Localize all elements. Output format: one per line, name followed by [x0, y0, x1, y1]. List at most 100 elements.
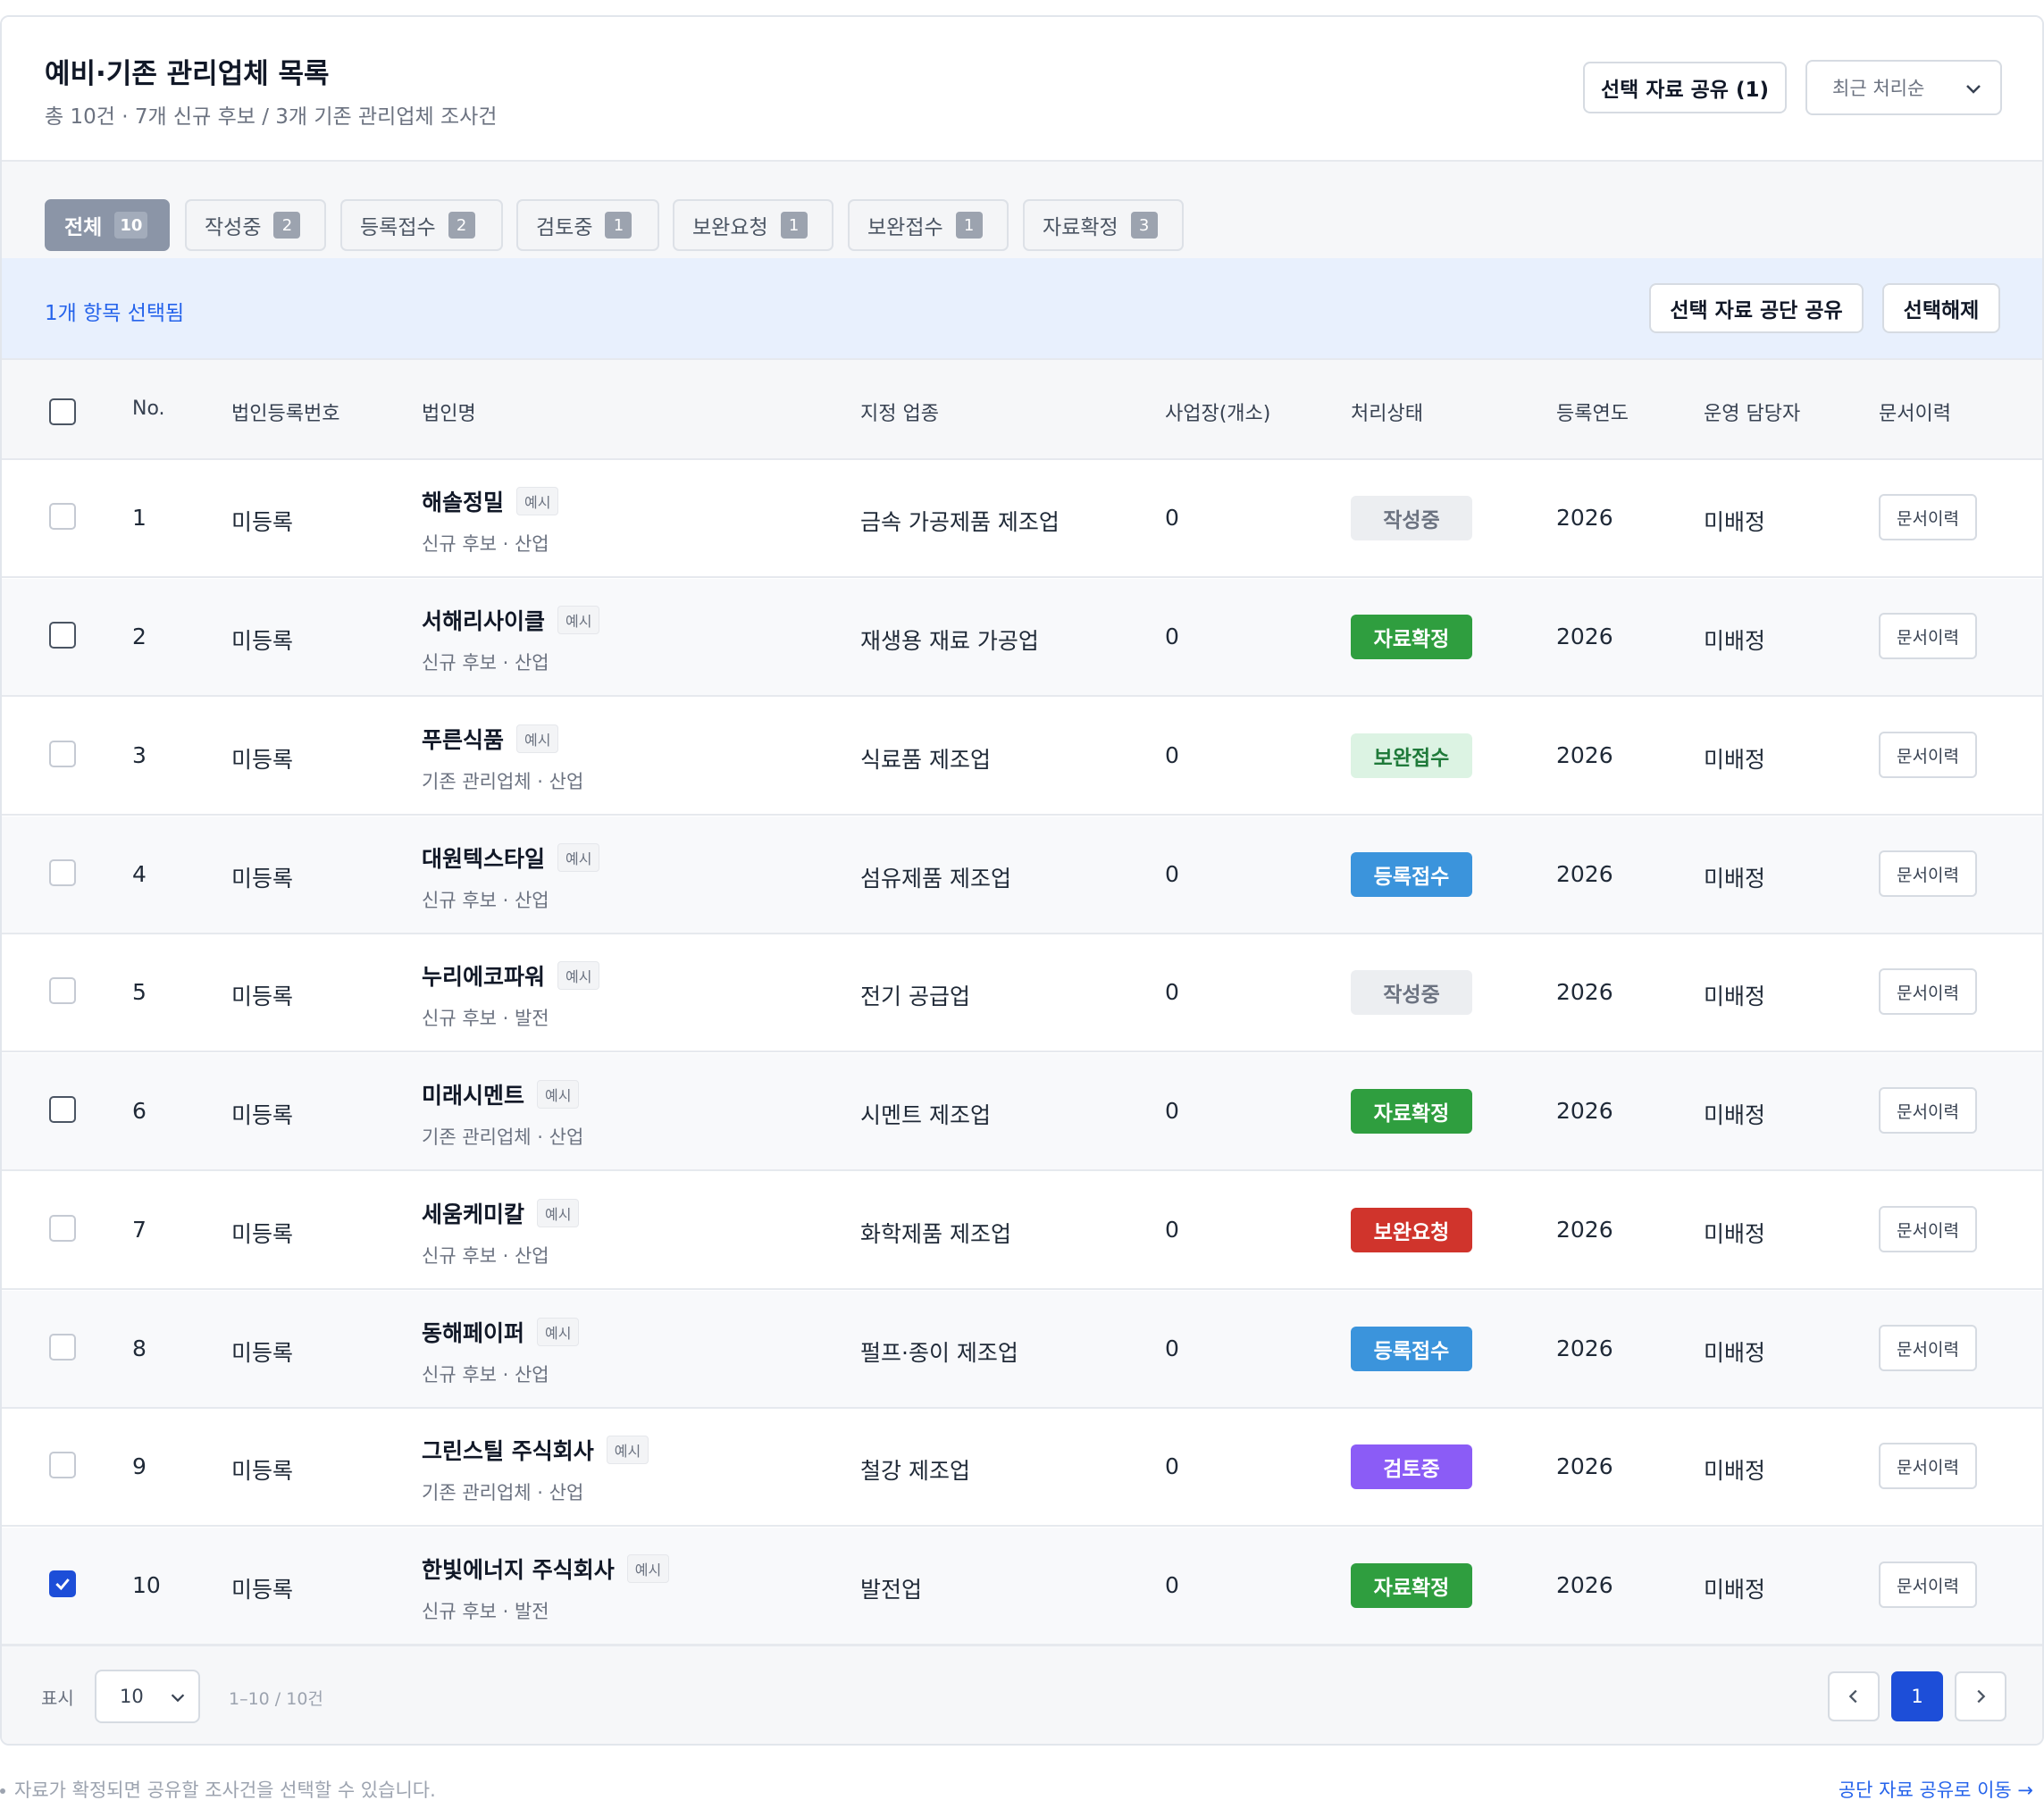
- industry: 식료품 제조업: [860, 747, 991, 773]
- row-checkbox[interactable]: [49, 1452, 76, 1478]
- site-count: 0: [1165, 1572, 1179, 1598]
- table-row[interactable]: 6 미등록 미래시멘트 예시 기존 관리업체 · 산업 시멘트 제조업 0 자료확정 2026 미…: [2, 1053, 2042, 1171]
- row-checkbox[interactable]: [49, 1334, 76, 1361]
- manager: 미배정: [1704, 628, 1766, 654]
- page-button-1[interactable]: 1: [1891, 1671, 1943, 1721]
- tab-supplement-received[interactable]: 보완접수 1: [848, 199, 1009, 251]
- tab-count-badge: 1: [605, 212, 632, 239]
- table-row[interactable]: 3 미등록 푸른식품 예시 기존 관리업체 · 산업 식료품 제조업 0 보완접수 2026 미배…: [2, 698, 2042, 816]
- table-row[interactable]: 2 미등록 서해리사이클 예시 신규 후보 · 산업 재생용 재료 가공업 0 자료확정 202…: [2, 579, 2042, 697]
- tab-supplement-request[interactable]: 보완요청 1: [673, 199, 834, 251]
- doc-history-button[interactable]: 문서이력: [1879, 613, 1977, 659]
- company-name-text: 미래시멘트: [422, 1083, 525, 1109]
- row-number: 1: [132, 505, 147, 531]
- clear-selection-button[interactable]: 선택해제: [1882, 283, 2000, 333]
- select-all-checkbox[interactable]: [49, 398, 76, 425]
- doc-history-button[interactable]: 문서이력: [1879, 1206, 1977, 1252]
- row-checkbox[interactable]: [49, 859, 76, 886]
- tab-label: 자료확정: [1043, 216, 1118, 239]
- reg-number: 미등록: [231, 628, 294, 654]
- company-category: 신규 후보 · 산업: [422, 1245, 549, 1267]
- tab-count-badge: 1: [955, 212, 983, 239]
- row-checkbox[interactable]: [49, 1570, 76, 1597]
- row-number: 5: [132, 979, 147, 1005]
- table-row[interactable]: 4 미등록 대원텍스타일 예시 신규 후보 · 산업 섬유제품 제조업 0 등록접수 2026 미…: [2, 816, 2042, 934]
- tab-reviewing[interactable]: 검토중 1: [516, 199, 659, 251]
- company-name-text: 대원텍스타일: [422, 846, 546, 872]
- column-header-year: 등록연도: [1556, 403, 1629, 425]
- industry: 재생용 재료 가공업: [860, 628, 1039, 654]
- doc-history-button[interactable]: 문서이력: [1879, 732, 1977, 778]
- row-number: 3: [132, 742, 147, 768]
- column-header-sites: 사업장(개소): [1165, 403, 1271, 425]
- site-count: 0: [1165, 1098, 1179, 1124]
- row-checkbox[interactable]: [49, 1215, 76, 1242]
- status-badge: 자료확정: [1351, 1089, 1472, 1134]
- footer-note-text: 자료가 확정되면 공유할 조사건을 선택할 수 있습니다.: [14, 1779, 436, 1801]
- company-name: 세움케미칼 예시: [422, 1197, 580, 1229]
- row-checkbox[interactable]: [49, 977, 76, 1004]
- manager: 미배정: [1704, 1221, 1766, 1247]
- example-tag: 예시: [537, 1318, 580, 1346]
- sort-select[interactable]: 최근 처리순: [1805, 60, 2002, 115]
- status-badge: 보완요청: [1351, 1208, 1472, 1252]
- prev-page-button[interactable]: [1828, 1671, 1880, 1721]
- site-count: 0: [1165, 624, 1179, 649]
- status-badge: 작성중: [1351, 496, 1472, 540]
- doc-history-button[interactable]: 문서이력: [1879, 968, 1977, 1015]
- chevron-left-icon: [1848, 1689, 1857, 1704]
- column-header-manager: 운영 담당자: [1704, 403, 1801, 425]
- row-checkbox[interactable]: [49, 503, 76, 530]
- row-number: 8: [132, 1336, 147, 1361]
- selection-count-text: 1개 항목 선택됨: [45, 302, 185, 325]
- row-checkbox[interactable]: [49, 741, 76, 767]
- row-checkbox[interactable]: [49, 622, 76, 649]
- doc-history-button[interactable]: 문서이력: [1879, 1325, 1977, 1371]
- table-row[interactable]: 10 미등록 한빛에너지 주식회사 예시 신규 후보 · 발전 발전업 0 자료확정 2026 미…: [2, 1528, 2042, 1645]
- doc-history-button[interactable]: 문서이력: [1879, 494, 1977, 540]
- company-category: 기존 관리업체 · 산업: [422, 1126, 584, 1148]
- chevron-right-icon: [1977, 1689, 1986, 1704]
- table-row[interactable]: 1 미등록 해솔정밀 예시 신규 후보 · 산업 금속 가공제품 제조업 0 작성중 2026 미…: [2, 460, 2042, 578]
- table-row[interactable]: 7 미등록 세움케미칼 예시 신규 후보 · 산업 화학제품 제조업 0 보완요청 2026 미배…: [2, 1172, 2042, 1290]
- manager: 미배정: [1704, 1340, 1766, 1366]
- column-header-reg-number: 법인등록번호: [231, 403, 340, 425]
- table-row[interactable]: 9 미등록 그린스틸 주식회사 예시 기존 관리업체 · 산업 철강 제조업 0 검토중 202…: [2, 1409, 2042, 1527]
- tab-confirmed[interactable]: 자료확정 3: [1023, 199, 1184, 251]
- registration-year: 2026: [1556, 1453, 1613, 1479]
- tab-registered[interactable]: 등록접수 2: [340, 199, 503, 251]
- next-page-button[interactable]: [1955, 1671, 2006, 1721]
- doc-history-button[interactable]: 문서이력: [1879, 850, 1977, 897]
- tab-label: 보완접수: [867, 216, 943, 239]
- company-name: 누리에코파워 예시: [422, 959, 600, 992]
- doc-history-button[interactable]: 문서이력: [1879, 1562, 1977, 1608]
- company-name-text: 그린스틸 주식회사: [422, 1438, 594, 1464]
- company-name: 미래시멘트 예시: [422, 1078, 580, 1110]
- company-name-text: 한빛에너지 주식회사: [422, 1557, 615, 1583]
- footer-note: 자료가 확정되면 공유할 조사건을 선택할 수 있습니다.: [0, 1776, 436, 1803]
- reg-number: 미등록: [231, 1221, 294, 1247]
- status-badge: 자료확정: [1351, 615, 1472, 659]
- company-name: 대원텍스타일 예시: [422, 842, 600, 874]
- company-name: 서해리사이클 예시: [422, 604, 600, 636]
- tab-writing[interactable]: 작성중 2: [185, 199, 326, 251]
- tab-count-badge: 3: [1130, 212, 1158, 239]
- doc-history-button[interactable]: 문서이력: [1879, 1087, 1977, 1134]
- tab-all[interactable]: 전체 10: [45, 199, 170, 251]
- agency-share-link[interactable]: 공단 자료 공유로 이동 →: [1839, 1776, 2033, 1803]
- site-count: 0: [1165, 1217, 1179, 1243]
- share-selected-button[interactable]: 선택 자료 공유 (1): [1583, 62, 1787, 113]
- industry: 금속 가공제품 제조업: [860, 509, 1060, 535]
- registration-year: 2026: [1556, 1098, 1613, 1124]
- doc-history-button[interactable]: 문서이력: [1879, 1443, 1977, 1489]
- table-row[interactable]: 8 미등록 동해페이퍼 예시 신규 후보 · 산업 펄프·종이 제조업 0 등록접수 2026 미…: [2, 1291, 2042, 1409]
- table-row[interactable]: 5 미등록 누리에코파워 예시 신규 후보 · 발전 전기 공급업 0 작성중 2026 미배정 문…: [2, 934, 2042, 1052]
- row-number: 4: [132, 861, 147, 887]
- share-to-agency-button[interactable]: 선택 자료 공단 공유: [1649, 283, 1864, 333]
- registration-year: 2026: [1556, 505, 1613, 531]
- page-size-select[interactable]: 10: [95, 1670, 200, 1723]
- manager: 미배정: [1704, 1102, 1766, 1128]
- row-checkbox[interactable]: [49, 1096, 76, 1123]
- reg-number: 미등록: [231, 1458, 294, 1484]
- column-header-doc-history: 문서이력: [1879, 403, 1951, 425]
